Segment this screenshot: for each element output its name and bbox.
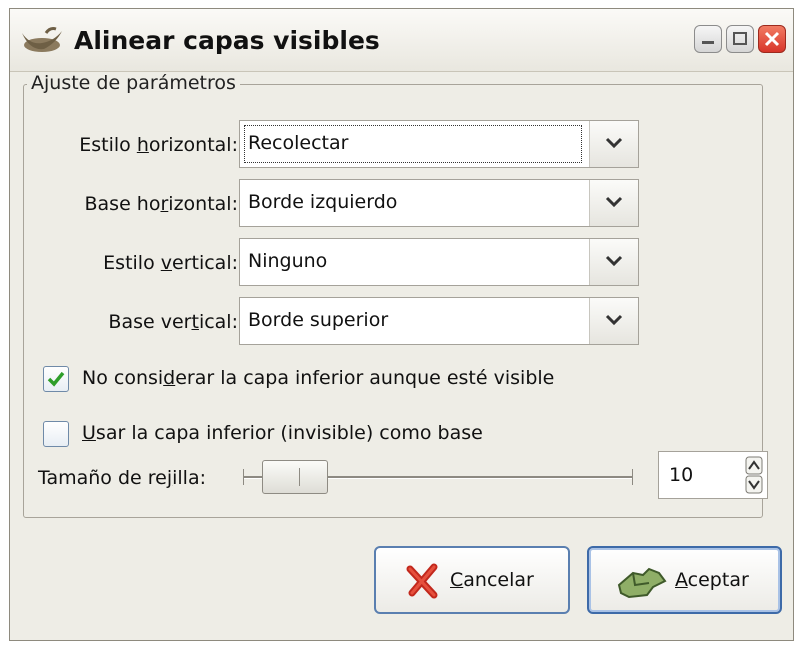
cancel-x-icon (406, 563, 438, 599)
gimp-icon (22, 27, 62, 52)
grid-size-label: Tamaño de rejilla: (38, 467, 207, 489)
maximize-button[interactable] (726, 25, 754, 53)
vertical-base-combo[interactable]: Borde superior (239, 297, 639, 345)
dropdown-button[interactable] (589, 298, 638, 344)
grid-size-slider-thumb[interactable] (262, 460, 328, 494)
horizontal-base-label: Base horizontal: (84, 193, 239, 215)
use-bottom-layer-checkbox[interactable] (43, 421, 69, 447)
dropdown-button[interactable] (589, 180, 638, 226)
dropdown-button[interactable] (589, 121, 638, 167)
title-bar[interactable]: Alinear capas visibles (10, 9, 793, 72)
checkmark-icon (47, 371, 65, 387)
combo-value: Borde izquierdo (248, 191, 398, 213)
cancel-label: Cancelar (450, 569, 534, 591)
grid-size-spinbutton[interactable]: 10 (658, 451, 768, 499)
vertical-style-combo[interactable]: Ninguno (239, 238, 639, 286)
accept-label: Aceptar (675, 569, 749, 591)
window-title: Alinear capas visibles (74, 26, 380, 55)
spin-arrows-icon[interactable] (745, 456, 763, 494)
chevron-down-icon (605, 255, 623, 267)
accept-hand-icon (617, 567, 667, 599)
combo-value: Borde superior (248, 309, 389, 331)
close-button[interactable] (758, 25, 786, 53)
vertical-base-label: Base vertical: (108, 311, 238, 333)
chevron-down-icon (605, 137, 623, 149)
ignore-bottom-layer-checkbox[interactable] (43, 366, 69, 392)
minimize-icon (702, 41, 714, 44)
frame-legend: Ajuste de parámetros (27, 72, 240, 94)
horizontal-base-combo[interactable]: Borde izquierdo (239, 179, 639, 227)
chevron-down-icon (605, 196, 623, 208)
horizontal-style-combo[interactable]: Recolectar (239, 120, 639, 168)
use-bottom-layer-label[interactable]: Usar la capa inferior (invisible) como b… (82, 422, 483, 444)
close-icon (764, 31, 780, 47)
grid-size-value: 10 (669, 464, 694, 486)
maximize-icon (733, 32, 747, 45)
ignore-bottom-layer-label[interactable]: No considerar la capa inferior aunque es… (82, 367, 554, 389)
combo-value: Ninguno (248, 250, 328, 272)
dropdown-button[interactable] (589, 239, 638, 285)
cancel-button[interactable]: Cancelar (374, 546, 570, 614)
horizontal-style-label: Estilo horizontal: (79, 134, 238, 156)
combo-value: Recolectar (248, 132, 349, 154)
chevron-down-icon (605, 314, 623, 326)
vertical-style-label: Estilo vertical: (103, 252, 238, 274)
minimize-button[interactable] (694, 25, 722, 53)
accept-button[interactable]: Aceptar (587, 546, 782, 614)
